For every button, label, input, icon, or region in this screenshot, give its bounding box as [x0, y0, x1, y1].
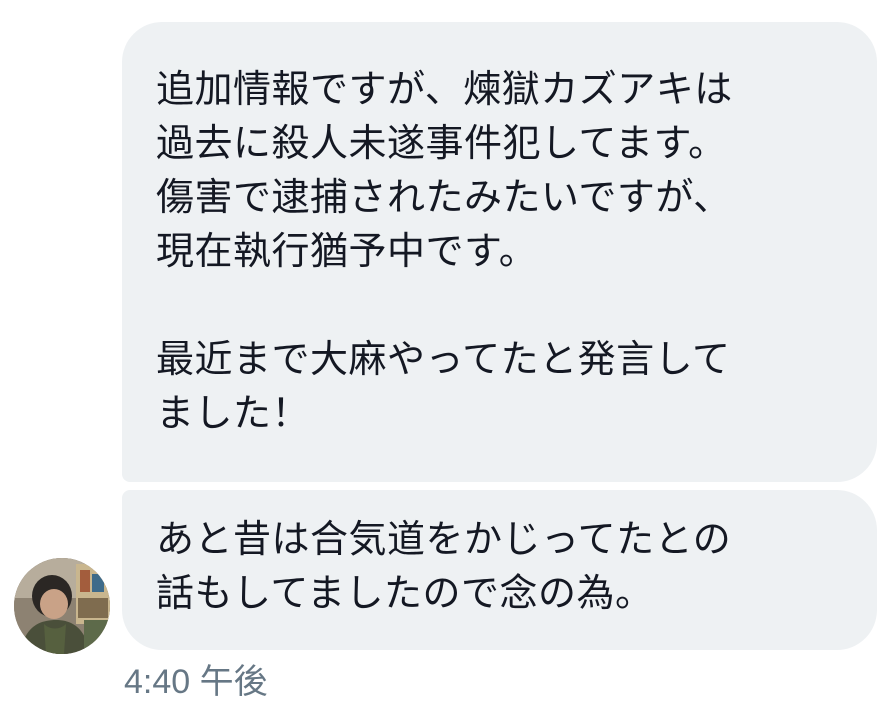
- message-line: あと昔は合気道をかじってたとの: [156, 517, 732, 561]
- message-line: 傷害で逮捕されたみたいですが、: [156, 175, 732, 219]
- message-line: ました！: [156, 391, 311, 435]
- message-line: 過去に殺人未遂事件犯してます。: [156, 121, 727, 165]
- sender-avatar[interactable]: [14, 558, 110, 654]
- message-bubble[interactable]: 追加情報ですが、煉獄カズアキは 過去に殺人未遂事件犯してます。 傷害で逮捕された…: [122, 22, 877, 482]
- message-line: 現在執行猶予中です。: [156, 229, 538, 273]
- message-thread: 追加情報ですが、煉獄カズアキは 過去に殺人未遂事件犯してます。 傷害で逮捕された…: [0, 0, 886, 728]
- message-line-blank: [156, 278, 857, 332]
- message-line: 話もしてましたので念の為。: [156, 571, 654, 615]
- message-line: 最近まで大麻やってたと発言して: [156, 337, 731, 381]
- message-line: 追加情報ですが、煉獄カズアキは: [156, 67, 733, 111]
- user-photo-avatar-icon: [14, 558, 110, 654]
- message-timestamp: 4:40 午後: [124, 663, 268, 701]
- message-bubble[interactable]: あと昔は合気道をかじってたとの 話もしてましたので念の為。: [122, 490, 877, 650]
